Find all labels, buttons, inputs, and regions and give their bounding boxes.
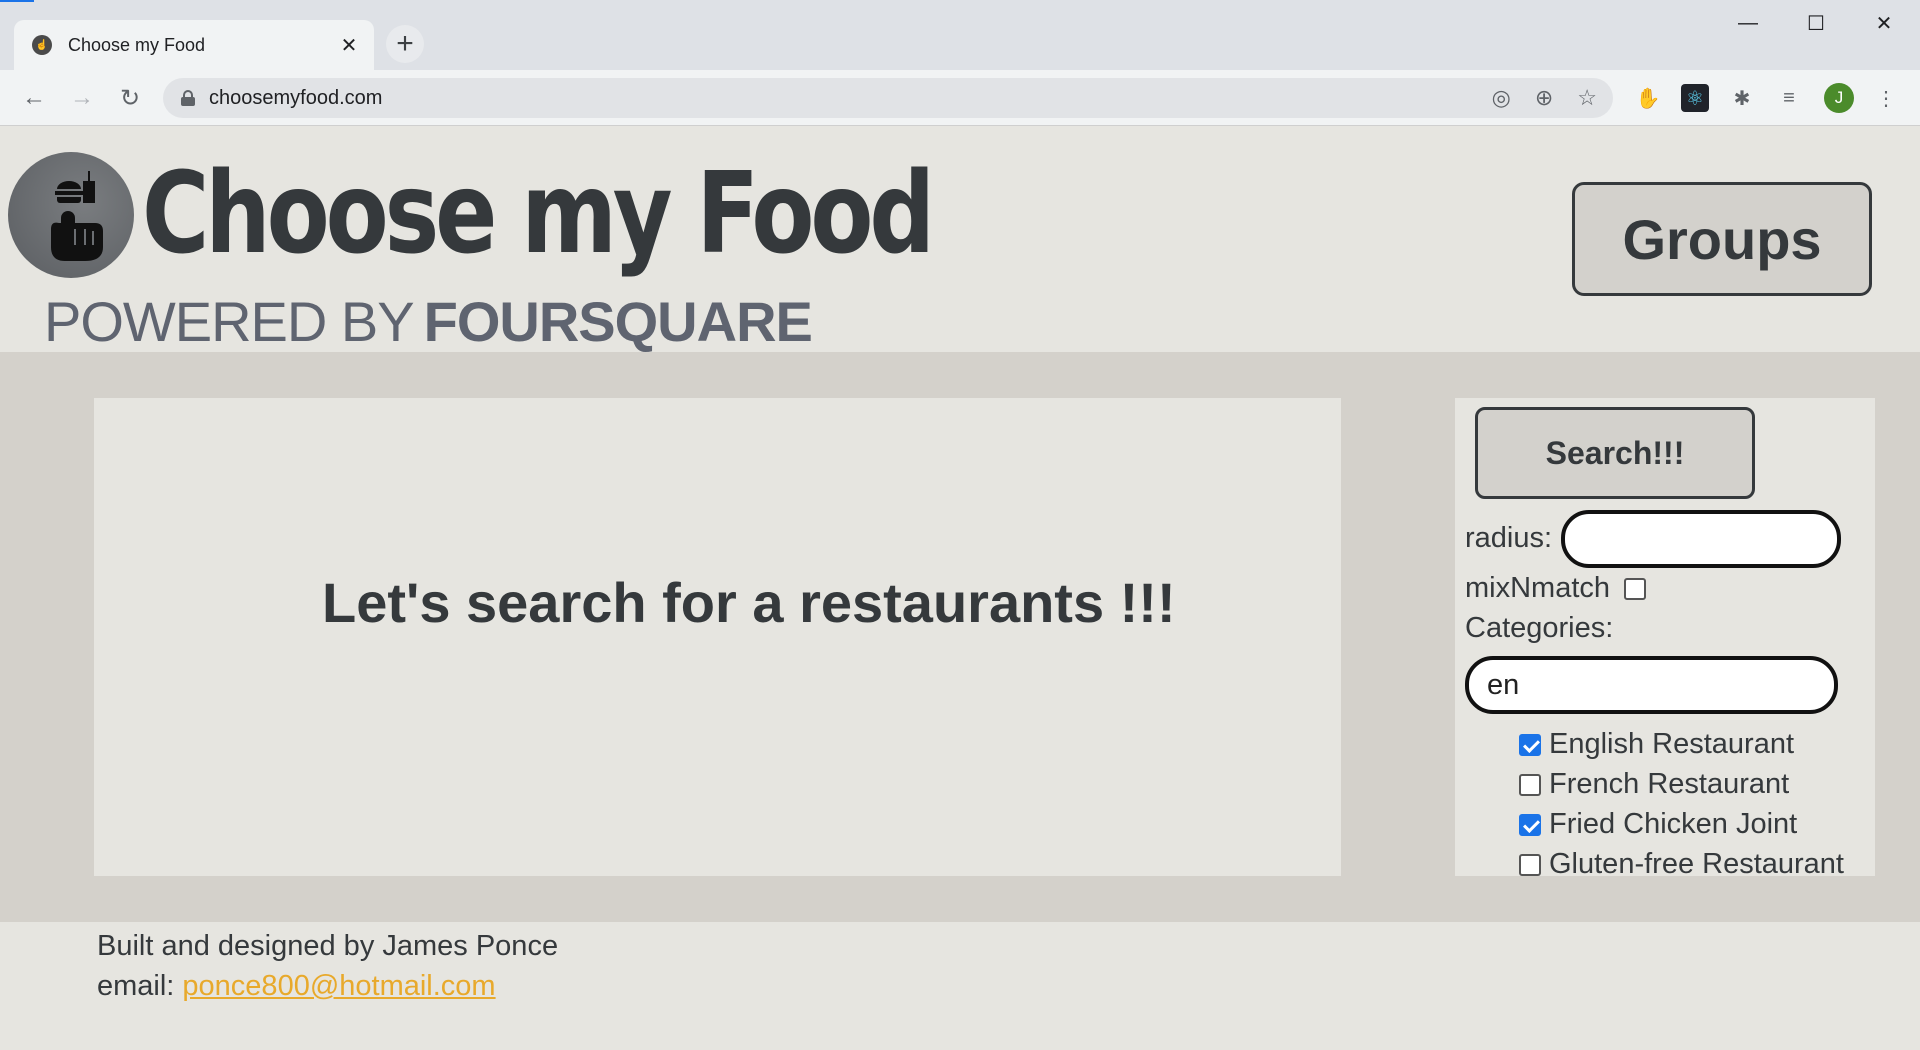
footer-email-label: email: — [97, 970, 175, 1002]
category-label-english: English Restaurant — [1549, 728, 1795, 760]
category-checkbox-french[interactable] — [1519, 774, 1541, 796]
powered-by-text: POWERED BY — [44, 290, 415, 353]
favicon-icon: ☝ — [32, 35, 52, 55]
profile-avatar[interactable]: J — [1824, 83, 1854, 113]
window-close-icon[interactable]: ✕ — [1860, 0, 1908, 46]
category-checkbox-gluten-free[interactable] — [1519, 854, 1541, 876]
search-button[interactable]: Search!!! — [1475, 407, 1755, 499]
new-tab-button[interactable]: + — [386, 25, 424, 63]
footer-credit: Built and designed by James Ponce — [97, 930, 559, 962]
page: Choose my Food POWERED BY FOURSQUARE Grou… — [0, 126, 1920, 1050]
omnibox-actions: ◎ ⊕ ☆ — [1492, 78, 1597, 118]
search-sidebar: Search!!! radius: mixNmatch Categories: … — [1455, 398, 1875, 880]
browser-toolbar: ← → ↻ choosemyfood.com ◎ ⊕ ☆ ✋ ⚛ ✱ ≡ J ⋮ — [0, 70, 1920, 126]
site-title: Choose my Food — [142, 149, 935, 279]
results-message: Let's search for a restaurants !!! — [322, 571, 1176, 634]
site-footer: Built and designed by James Ponce email:… — [0, 922, 1920, 1050]
site-header: Choose my Food POWERED BY FOURSQUARE Grou… — [0, 126, 1920, 352]
category-label-fried-chicken: Fried Chicken Joint — [1549, 808, 1798, 840]
location-icon[interactable]: ◎ — [1492, 85, 1511, 111]
back-icon[interactable]: ← — [16, 80, 52, 116]
minimize-icon[interactable]: — — [1724, 0, 1772, 46]
categories-label: Categories: — [1465, 612, 1614, 644]
category-label-gluten-free: Gluten-free Restaurant — [1549, 848, 1844, 880]
menu-kebab-icon[interactable]: ⋮ — [1872, 84, 1900, 112]
bookmark-star-icon[interactable]: ☆ — [1577, 85, 1597, 111]
reload-icon[interactable]: ↻ — [112, 80, 148, 116]
zoom-icon[interactable]: ⊕ — [1535, 85, 1553, 111]
mixnmatch-checkbox[interactable] — [1624, 578, 1646, 600]
categories-search-input[interactable]: en — [1465, 656, 1838, 714]
footer-email-line: email: ponce800@hotmail.com — [97, 970, 496, 1003]
maximize-icon[interactable]: ☐ — [1792, 0, 1840, 46]
tab-close-icon[interactable]: ✕ — [336, 32, 362, 58]
lock-icon — [181, 90, 195, 106]
mixnmatch-label: mixNmatch — [1465, 572, 1611, 604]
category-checkbox-english[interactable] — [1519, 734, 1541, 756]
foursquare-brand: FOURSQUARE — [423, 290, 813, 353]
radius-label: radius: — [1465, 522, 1553, 554]
footer-email-link[interactable]: ponce800@hotmail.com — [182, 970, 495, 1002]
address-bar[interactable]: choosemyfood.com ◎ ⊕ ☆ — [163, 78, 1613, 118]
category-label-french: French Restaurant — [1549, 768, 1790, 800]
category-checkbox-fried-chicken[interactable] — [1519, 814, 1541, 836]
extension-icon[interactable]: ✋ — [1634, 84, 1662, 112]
hand-pointing-logo-icon — [8, 152, 134, 278]
forward-icon[interactable]: → — [64, 80, 100, 116]
groups-button[interactable]: Groups — [1572, 182, 1872, 296]
media-queue-icon[interactable]: ≡ — [1775, 84, 1803, 112]
radius-input[interactable] — [1561, 510, 1841, 568]
extensions-puzzle-icon[interactable]: ✱ — [1728, 84, 1756, 112]
react-devtools-icon[interactable]: ⚛ — [1681, 84, 1709, 112]
results-panel: Let's search for a restaurants !!! — [94, 398, 1341, 876]
url-text: choosemyfood.com — [209, 86, 383, 109]
browser-tab[interactable]: ☝ Choose my Food ✕ — [14, 20, 374, 70]
main-band: Let's search for a restaurants !!! Searc… — [0, 352, 1920, 922]
tabstrip-accent — [0, 0, 34, 2]
powered-by-foursquare: POWERED BY FOURSQUARE — [44, 294, 813, 350]
tab-title: Choose my Food — [68, 34, 206, 55]
browser-tabstrip: ☝ Choose my Food ✕ + — ☐ ✕ — [0, 0, 1920, 70]
